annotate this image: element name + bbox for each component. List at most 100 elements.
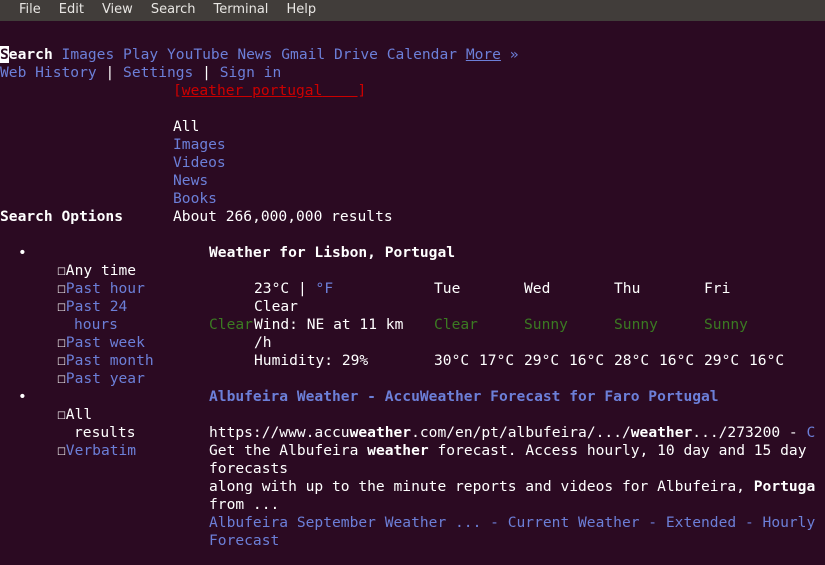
- forecast-low-fri: 16°C: [749, 352, 784, 370]
- account-nav-row: Web History | Settings | Sign in: [0, 64, 281, 82]
- weather-wind: Wind: NE at 11 km: [254, 316, 403, 334]
- tab-all-label: All: [173, 118, 199, 135]
- checkbox-icon[interactable]: ☐: [57, 280, 66, 297]
- checkbox-icon[interactable]: ☐: [57, 352, 66, 369]
- result-sitelinks-1-line2[interactable]: Forecast: [209, 532, 279, 550]
- tab-images-label: Images: [173, 136, 226, 153]
- result-snippet-1-line1: Get the Albufeira weather forecast. Acce…: [209, 442, 806, 460]
- nav-item-more[interactable]: More: [466, 46, 501, 63]
- weather-temperature: 23°C: [254, 280, 289, 297]
- forecast-high-tue: 30°C: [434, 352, 469, 370]
- forecast-low-tue: 17°C: [479, 352, 514, 370]
- filter-past-24-hours-label: Past 24: [66, 298, 128, 315]
- nav-separator-2: |: [202, 64, 211, 81]
- forecast-day-thu: Thu: [614, 280, 640, 298]
- search-bracket-open: [: [173, 82, 182, 99]
- weather-condition-icon: Clear: [209, 316, 253, 334]
- search-options-heading: Search Options: [0, 208, 123, 226]
- menu-item-view[interactable]: View: [93, 0, 142, 21]
- nav-item-calendar[interactable]: Calendar: [387, 46, 457, 63]
- weather-current-temp-row: 23°C | °F: [254, 280, 333, 298]
- search-box-row[interactable]: [weather portugal ]: [173, 82, 366, 100]
- result-url-1[interactable]: https://www.accuweather.com/en/pt/albufe…: [209, 424, 815, 442]
- checkbox-icon[interactable]: ☐: [57, 298, 66, 315]
- forecast-high-thu: 28°C: [614, 352, 649, 370]
- filter-any-time[interactable]: ☐Any time: [57, 262, 136, 280]
- weather-humidity: Humidity: 29%: [254, 352, 368, 370]
- nav-item-sign-in[interactable]: Sign in: [220, 64, 282, 81]
- result-sitelinks-1-line1[interactable]: Albufeira September Weather ... - Curren…: [209, 514, 815, 532]
- checkbox-icon[interactable]: ☐: [57, 406, 66, 423]
- forecast-day-wed: Wed: [524, 280, 550, 298]
- tab-news[interactable]: News: [173, 172, 208, 190]
- tab-images[interactable]: Images: [173, 136, 226, 154]
- tab-videos-label: Videos: [173, 154, 226, 171]
- forecast-low-thu: 16°C: [659, 352, 694, 370]
- filter-verbatim[interactable]: ☐Verbatim: [57, 442, 136, 460]
- forecast-condition-thu: Sunny: [614, 316, 658, 334]
- result-snippet-1-line3: along with up to the minute reports and …: [209, 478, 815, 496]
- menu-item-terminal[interactable]: Terminal: [204, 0, 277, 21]
- cursor-block: S: [0, 46, 9, 63]
- nav-search-label[interactable]: earch: [9, 46, 53, 63]
- menu-item-file[interactable]: File: [10, 0, 50, 21]
- search-input[interactable]: weather portugal: [182, 82, 323, 99]
- checkbox-icon[interactable]: ☐: [57, 262, 66, 279]
- filter-all-results-wrap[interactable]: results: [74, 424, 136, 442]
- weather-unit-fahrenheit-toggle[interactable]: °F: [316, 280, 334, 297]
- terminal-menubar: File Edit View Search Terminal Help: [0, 0, 825, 21]
- menu-item-search[interactable]: Search: [142, 0, 205, 21]
- search-bracket-close: ]: [358, 82, 367, 99]
- forecast-condition-tue: Clear: [434, 316, 478, 334]
- forecast-condition-wed: Sunny: [524, 316, 568, 334]
- nav-item-news[interactable]: News: [237, 46, 272, 63]
- search-options-label: Search Options: [0, 208, 123, 225]
- nav-item-gmail[interactable]: Gmail: [281, 46, 325, 63]
- search-input-padding[interactable]: [322, 82, 357, 99]
- filter-past-week[interactable]: ☐Past week: [57, 334, 145, 352]
- filter-past-24-hours-wrap[interactable]: hours: [74, 316, 118, 334]
- weather-unit-separator: |: [298, 280, 307, 297]
- nav-item-youtube[interactable]: YouTube: [167, 46, 229, 63]
- tab-videos[interactable]: Videos: [173, 154, 226, 172]
- checkbox-icon[interactable]: ☐: [57, 370, 66, 387]
- top-nav-row: Search Images Play YouTube News Gmail Dr…: [0, 46, 519, 64]
- filter-all-results-label: All: [66, 406, 92, 423]
- weather-condition: Clear: [254, 298, 298, 316]
- weather-heading: Weather for Lisbon, Portugal: [209, 244, 455, 262]
- checkbox-icon[interactable]: ☐: [57, 442, 66, 459]
- tab-news-label: News: [173, 172, 208, 189]
- terminal-screen[interactable]: Search Images Play YouTube News Gmail Dr…: [0, 21, 825, 565]
- filter-past-year[interactable]: ☐Past year: [57, 370, 145, 388]
- forecast-low-wed: 16°C: [569, 352, 604, 370]
- menu-item-help[interactable]: Help: [277, 0, 325, 21]
- tab-books[interactable]: Books: [173, 190, 217, 208]
- nav-item-settings[interactable]: Settings: [123, 64, 193, 81]
- nav-item-play[interactable]: Play: [123, 46, 158, 63]
- filter-any-time-label: Any time: [66, 262, 136, 279]
- filter-past-24-hours[interactable]: ☐Past 24: [57, 298, 127, 316]
- sidebar-bullet-results: •: [18, 388, 27, 406]
- forecast-condition-fri: Sunny: [704, 316, 748, 334]
- filter-past-hour-label: Past hour: [66, 280, 145, 297]
- nav-item-web-history[interactable]: Web History: [0, 64, 97, 81]
- result-snippet-1-line2: forecasts: [209, 460, 288, 478]
- filter-verbatim-label: Verbatim: [66, 442, 136, 459]
- results-count: About 266,000,000 results: [173, 208, 393, 225]
- checkbox-icon[interactable]: ☐: [57, 334, 66, 351]
- forecast-high-wed: 29°C: [524, 352, 559, 370]
- tab-all[interactable]: All: [173, 118, 199, 136]
- nav-separator-1: |: [105, 64, 114, 81]
- filter-all-results[interactable]: ☐All: [57, 406, 92, 424]
- result-title-1[interactable]: Albufeira Weather - AccuWeather Forecast…: [209, 388, 719, 406]
- nav-item-images[interactable]: Images: [62, 46, 115, 63]
- sidebar-bullet-time: •: [18, 244, 27, 262]
- nav-item-drive[interactable]: Drive: [334, 46, 378, 63]
- menu-item-edit[interactable]: Edit: [50, 0, 93, 21]
- filter-past-hour[interactable]: ☐Past hour: [57, 280, 145, 298]
- forecast-high-fri: 29°C: [704, 352, 739, 370]
- filter-past-month[interactable]: ☐Past month: [57, 352, 154, 370]
- chevron-double-right-icon: »: [510, 46, 519, 63]
- weather-wind-wrap: /h: [254, 334, 272, 352]
- forecast-day-tue: Tue: [434, 280, 460, 298]
